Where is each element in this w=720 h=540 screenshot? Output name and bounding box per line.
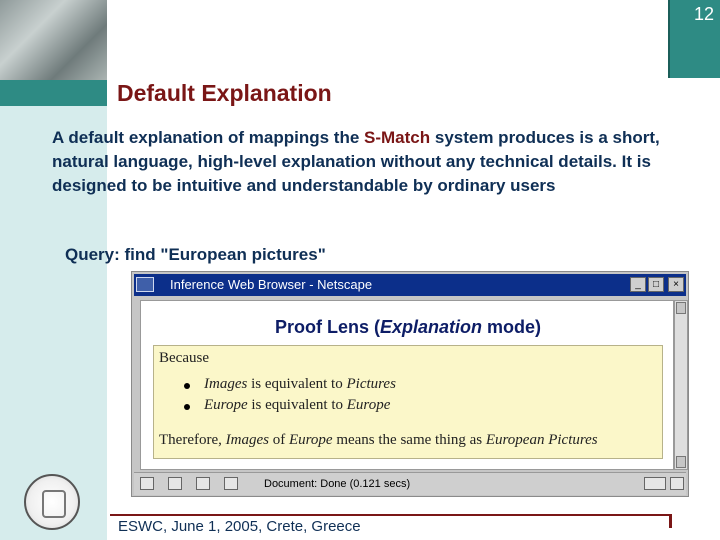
corner-divider (668, 0, 670, 78)
close-icon[interactable]: × (668, 277, 684, 292)
therefore-term1: Images (225, 432, 269, 448)
browser-titlebar: Inference Web Browser - Netscape _ □ × (134, 274, 686, 296)
lens-title-mode: Explanation (379, 317, 482, 337)
explanation-box: Because Images is equivalent to Pictures… (153, 345, 663, 459)
scroll-up-icon[interactable] (676, 302, 686, 314)
query-text: Query: find "European pictures" (65, 245, 326, 264)
footer-text: ESWC, June 1, 2005, Crete, Greece (118, 518, 361, 535)
lens-title-end: mode) (482, 317, 542, 337)
body-text-start: A default explanation of mappings the (52, 128, 365, 147)
bullet2-mid: is equivalent to (247, 397, 347, 413)
minimize-icon[interactable]: _ (630, 277, 646, 292)
maximize-icon[interactable]: □ (648, 277, 664, 292)
bullet1-target: Pictures (346, 376, 396, 392)
security-icon[interactable] (140, 477, 154, 490)
netscape-icon (136, 277, 154, 292)
lens-title-start: Proof Lens ( (274, 317, 380, 337)
status-text: Document: Done (0.121 secs) (264, 478, 411, 490)
footer-rule (110, 514, 671, 516)
therefore-sentence: Therefore, Images of Europe means the sa… (159, 432, 598, 449)
bullet-item-europe: Europe is equivalent to Europe (183, 397, 391, 414)
page-number: 12 (693, 4, 714, 24)
university-seal-logo (24, 474, 80, 530)
browser-content: Proof Lens (Explanation mode) Because Im… (140, 300, 674, 470)
therefore-term2: Europe (288, 432, 333, 448)
therefore-term3: European Pictures (485, 432, 598, 448)
mail-icon[interactable] (168, 477, 182, 490)
therefore-mid1: of (268, 432, 289, 448)
page-number-box: 12 (670, 0, 720, 78)
bullet2-target: Europe (346, 397, 391, 413)
component-icon[interactable] (224, 477, 238, 490)
slide-title: Default Explanation (117, 80, 332, 106)
lock-icon[interactable] (670, 477, 684, 490)
browser-window: Inference Web Browser - Netscape _ □ × P… (131, 271, 689, 497)
bullet2-term: Europe (204, 397, 248, 413)
bullet1-term: Images (204, 376, 248, 392)
bullet1-mid: is equivalent to (247, 376, 347, 392)
bullet-item-images: Images is equivalent to Pictures (184, 376, 396, 393)
therefore-lead: Therefore, (159, 432, 226, 448)
body-paragraph: A default explanation of mappings the S-… (52, 126, 692, 198)
header-accent-bar (0, 80, 107, 106)
window-title: Inference Web Browser - Netscape (170, 277, 373, 292)
connection-icon (644, 477, 666, 490)
fresco-image (0, 0, 107, 80)
status-bar: Document: Done (0.121 secs) (134, 472, 686, 495)
vertical-scrollbar[interactable] (674, 300, 688, 470)
because-label: Because (159, 350, 209, 366)
proof-lens-title: Proof Lens (Explanation mode) (141, 317, 675, 338)
scroll-down-icon[interactable] (676, 456, 686, 468)
therefore-mid2: means the same thing as (332, 432, 486, 448)
footer-rule-end (669, 514, 672, 528)
composer-icon[interactable] (196, 477, 210, 490)
s-match-term: S-Match (364, 128, 431, 147)
